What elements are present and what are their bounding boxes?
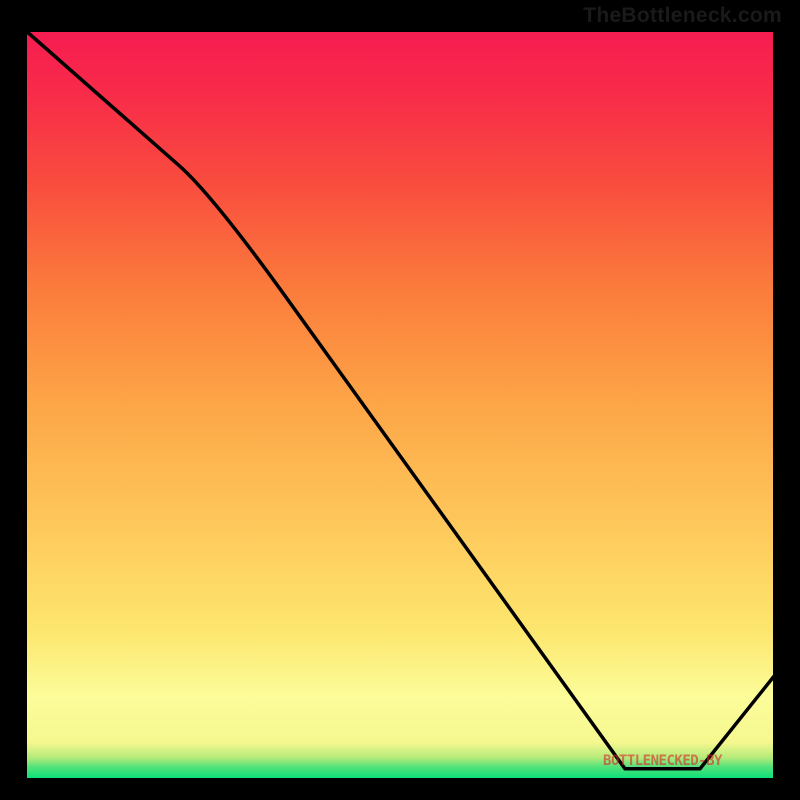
watermark-text: BOTTLENECKED-BY bbox=[603, 753, 723, 769]
chart-svg: BOTTLENECKED-BY bbox=[0, 0, 800, 800]
plot-background bbox=[25, 30, 775, 780]
chart-stage: TheBottleneck.com BOTTLENECKED-BY bbox=[0, 0, 800, 800]
